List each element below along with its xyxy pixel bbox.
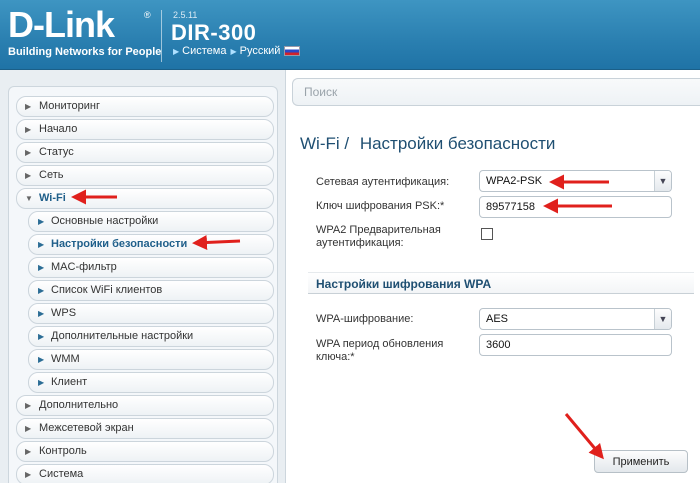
annotation-arrow-security [192,234,241,250]
annotation-arrows [71,174,612,460]
annotation-arrow-apply [564,413,604,460]
